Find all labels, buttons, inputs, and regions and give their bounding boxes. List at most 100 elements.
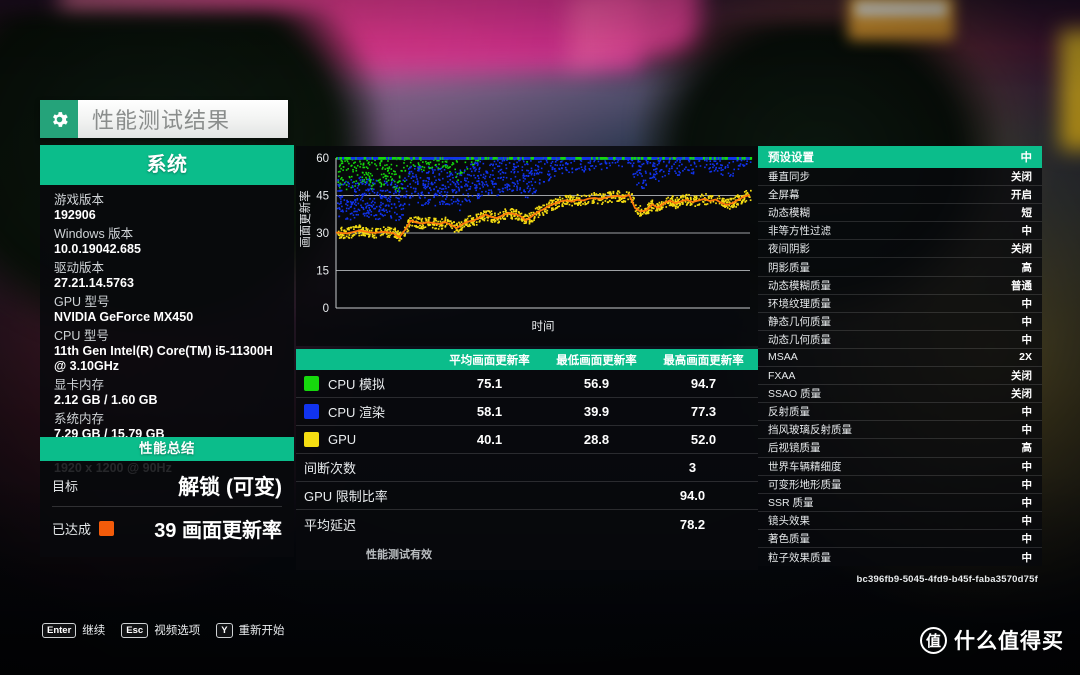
key-cap: Esc <box>121 622 149 638</box>
chart-y-tick-label: 60 <box>316 153 329 165</box>
settings-value: 2X <box>1019 351 1032 364</box>
settings-row: 静态几何质量 中 <box>758 313 1042 331</box>
settings-value: 中 <box>1021 496 1033 509</box>
settings-label: 垂直同步 <box>768 171 810 184</box>
results-cell-min: 39.9 <box>583 404 610 419</box>
settings-value: 高 <box>1021 442 1033 455</box>
chart-y-tick-label: 45 <box>316 191 329 203</box>
chart-y-tick-label: 15 <box>316 266 329 278</box>
settings-preset-label: 预设设置 <box>768 152 814 164</box>
benchmark-results-table: 平均画面更新率 最低画面更新率 最高画面更新率 CPU 模拟 75.1 56.9 94.7… <box>296 349 758 570</box>
settings-value: 中 <box>1021 424 1033 437</box>
settings-row: 著色质量 中 <box>758 530 1042 548</box>
settings-label: SSAO 质量 <box>768 388 822 401</box>
settings-value: 关闭 <box>1011 370 1032 383</box>
settings-label: 非等方性过滤 <box>768 225 831 238</box>
settings-value: 中 <box>1021 225 1033 238</box>
results-row-name-cell: GPU <box>296 432 436 447</box>
system-info-row: Windows 版本 10.0.19042.685 <box>54 227 280 257</box>
page-title: 性能测试结果 <box>92 108 231 133</box>
settings-label: 阴影质量 <box>768 261 810 274</box>
settings-label: 著色质量 <box>768 532 810 545</box>
system-info-value: NVIDIA GeForce MX450 <box>54 310 194 324</box>
key-hint-label: 视频选项 <box>154 625 201 637</box>
settings-row: 挡风玻璃反射质量 中 <box>758 421 1042 440</box>
settings-row: 全屏幕 开启 <box>758 186 1042 205</box>
settings-row: 动态几何质量 中 <box>758 331 1042 349</box>
results-stat-row: 平均延迟 78.2 <box>296 510 758 538</box>
target-value: 解锁 (可变) <box>178 475 282 499</box>
page-title-bar: 性能测试结果 <box>40 100 288 138</box>
settings-row: FXAA 关闭 <box>758 367 1042 386</box>
settings-row: SSAO 质量 关闭 <box>758 385 1042 404</box>
settings-label: 全屏幕 <box>768 189 800 202</box>
system-info-label: 显卡内存 <box>54 378 105 392</box>
settings-label: 动态模糊 <box>768 207 810 220</box>
settings-label: 世界车辆精细度 <box>768 460 842 473</box>
system-info-label: 系统内存 <box>54 412 105 426</box>
settings-preset-header: 预设设置 中 <box>758 146 1042 168</box>
settings-row: 夜间阴影 关闭 <box>758 240 1042 259</box>
settings-value: 短 <box>1021 207 1033 220</box>
settings-row: 阴影质量 高 <box>758 258 1042 277</box>
summary-row-target: 目标 解锁 (可变) <box>52 465 282 507</box>
settings-row: 后视镜质量 高 <box>758 439 1042 458</box>
system-info-row: 驱动版本 27.21.14.5763 <box>54 261 280 291</box>
key-hint[interactable]: Y 重新开始 <box>216 622 285 638</box>
settings-value: 中 <box>1021 460 1033 473</box>
results-cell-avg: 40.1 <box>476 432 503 447</box>
series-name: GPU <box>328 432 357 447</box>
settings-value: 中 <box>1021 333 1033 346</box>
settings-value: 中 <box>1021 297 1033 310</box>
settings-label: 夜间阴影 <box>768 243 810 256</box>
watermark-text: 什么值得买 <box>954 630 1064 653</box>
achieved-label: 已达成 <box>52 521 92 537</box>
results-stats-list: 间断次数 3 GPU 限制比率 94.0 平均延迟 78.2 <box>296 454 758 538</box>
settings-value: 中 <box>1021 551 1033 564</box>
key-hint[interactable]: Enter 继续 <box>42 622 105 638</box>
key-hint[interactable]: Esc 视频选项 <box>121 622 200 638</box>
benchmark-valid-text: 性能测试有效 <box>366 549 432 561</box>
gear-icon <box>40 100 78 138</box>
settings-label: 反射质量 <box>768 406 810 419</box>
settings-label: 静态几何质量 <box>768 315 831 328</box>
watermark: 值 什么值得买 <box>920 625 1064 655</box>
chart-y-axis-title: 画面更新率 <box>298 190 312 248</box>
target-label: 目标 <box>52 479 79 494</box>
results-stat-row: 间断次数 3 <box>296 454 758 482</box>
system-info-value: 27.21.14.5763 <box>54 276 134 290</box>
system-info-label: CPU 型号 <box>54 329 109 343</box>
benchmark-run-hash: bc396fb9-5045-4fd9-b45f-faba3570d75f <box>856 574 1038 585</box>
system-info-value: 10.0.19042.685 <box>54 242 141 256</box>
summary-row-achieved: 已达成 39 画面更新率 <box>52 507 282 549</box>
settings-value: 关闭 <box>1011 388 1032 401</box>
settings-label: SSR 质量 <box>768 496 814 509</box>
settings-value: 中 <box>1021 514 1033 527</box>
settings-label: MSAA <box>768 351 798 364</box>
settings-row: 世界车辆精细度 中 <box>758 458 1042 476</box>
results-stat-value: 78.2 <box>679 516 706 532</box>
results-table-row: CPU 模拟 75.1 56.9 94.7 <box>296 370 758 398</box>
system-info-row: GPU 型号 NVIDIA GeForce MX450 <box>54 295 280 325</box>
system-info-row: 显卡内存 2.12 GB / 1.60 GB <box>54 378 280 408</box>
settings-label: FXAA <box>768 369 796 382</box>
settings-label: 镜头效果 <box>768 514 810 527</box>
settings-label: 可变形地形质量 <box>768 478 842 491</box>
results-stat-row: GPU 限制比率 94.0 <box>296 482 758 510</box>
results-cell-max: 77.3 <box>690 404 717 419</box>
settings-value: 高 <box>1021 261 1033 274</box>
results-cell-avg: 75.1 <box>476 376 503 391</box>
results-cell-avg: 58.1 <box>476 404 503 419</box>
series-color-swatch <box>304 376 319 391</box>
results-column-header: 平均画面更新率 <box>449 354 530 367</box>
results-table-row: CPU 渲染 58.1 39.9 77.3 <box>296 398 758 426</box>
settings-value: 中 <box>1021 478 1033 491</box>
watermark-logo-icon: 值 <box>920 626 947 654</box>
settings-row: 镜头效果 中 <box>758 512 1042 530</box>
results-table-body: CPU 模拟 75.1 56.9 94.7 CPU 渲染 58.1 39.9 77.3 GPU 4… <box>296 370 758 454</box>
results-row-name-cell: CPU 模拟 <box>296 374 436 393</box>
key-cap: Y <box>216 622 233 638</box>
results-table-header: 平均画面更新率 最低画面更新率 最高画面更新率 <box>296 349 758 370</box>
settings-row: 垂直同步 关闭 <box>758 168 1042 187</box>
results-cell-min: 56.9 <box>583 376 610 391</box>
